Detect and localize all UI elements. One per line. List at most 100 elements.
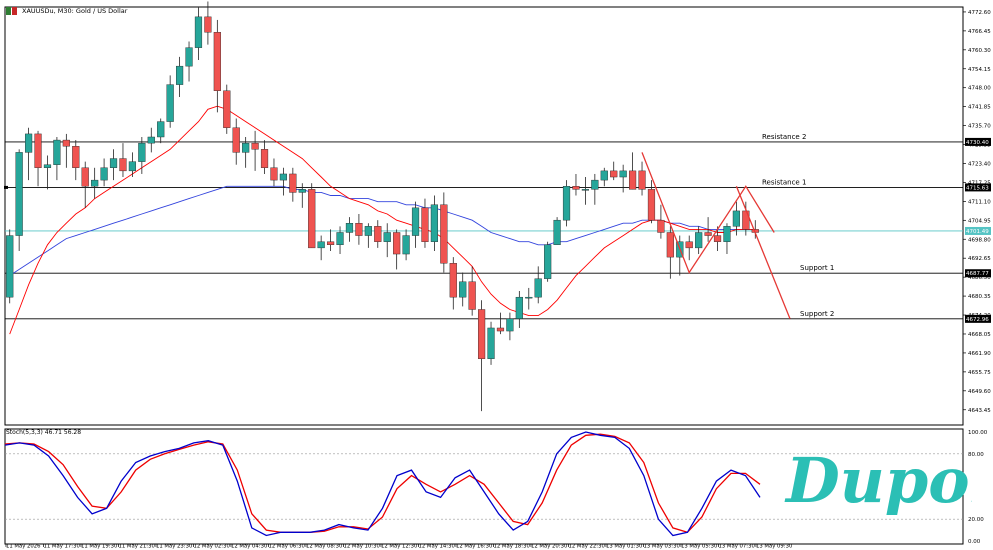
- candle-body: [62, 139, 70, 147]
- candle-body: [421, 207, 429, 242]
- current-price-label: 4701.49: [966, 229, 989, 235]
- level-label: Resistance 1: [762, 178, 806, 186]
- x-tick-label: 12 May 16:30: [456, 544, 493, 550]
- level-price-label: 4687.77: [966, 271, 989, 277]
- candle-body: [185, 47, 193, 67]
- candle-body: [487, 327, 495, 359]
- candle-body: [477, 309, 486, 359]
- x-tick-label: 12 May 14:30: [419, 544, 456, 550]
- candle-body: [685, 241, 693, 249]
- candle-body: [449, 263, 457, 298]
- candle-body: [72, 146, 80, 168]
- x-tick-label: 11 May 2026: [6, 544, 41, 550]
- y-tick-label: 4735.70: [968, 124, 991, 130]
- candle-body: [91, 179, 99, 187]
- candle-body: [506, 318, 514, 332]
- candle-body: [553, 219, 561, 246]
- candle-body: [157, 121, 165, 138]
- candle-body: [166, 84, 174, 122]
- x-tick-label: 12 May 06:30: [269, 544, 306, 550]
- level-label: Resistance 2: [762, 133, 806, 141]
- level-price-label: 4730.40: [966, 140, 989, 146]
- x-tick-label: 11 May 23:30: [156, 544, 193, 550]
- y-tick-label: 4772.60: [968, 10, 991, 16]
- projection-line: [735, 186, 791, 319]
- candle-body: [308, 189, 316, 249]
- candle-body: [194, 16, 203, 48]
- left-axis-marker: [4, 185, 8, 189]
- y-tick-label: 4760.30: [968, 48, 991, 54]
- stochastic-main-line: [4, 431, 761, 537]
- x-tick-label: 12 May 04:30: [231, 544, 268, 550]
- candle-body: [581, 189, 590, 191]
- y-tick-label: 4704.95: [968, 218, 991, 224]
- y-tick-label: 4692.65: [968, 256, 991, 262]
- candle-body: [704, 232, 712, 236]
- candle-body: [345, 223, 354, 233]
- x-tick-label: 11 May 17:30: [44, 544, 81, 550]
- candle-body: [713, 235, 722, 242]
- candle-body: [411, 207, 420, 236]
- y-tick-label: 4661.90: [968, 351, 991, 357]
- x-tick-label: 12 May 02:30: [194, 544, 231, 550]
- x-tick-label: 11 May 19:30: [81, 544, 118, 550]
- candle-body: [15, 152, 23, 236]
- candle-body: [534, 278, 542, 298]
- x-tick-label: 12 May 20:30: [531, 544, 568, 550]
- price-panel-frame: [4, 6, 964, 426]
- candle-body: [24, 133, 33, 153]
- x-tick-label: 12 May 10:30: [344, 544, 381, 550]
- candle-body: [260, 149, 269, 168]
- candle-body: [591, 179, 599, 190]
- x-tick-label: 13 May 03:30: [644, 544, 681, 550]
- candle-body: [440, 204, 448, 264]
- y-tick-label: 4698.80: [968, 237, 991, 243]
- candle-body: [572, 186, 580, 190]
- y-tick-label: 4748.00: [968, 86, 991, 92]
- candle-body: [544, 244, 552, 279]
- candle-body: [147, 136, 155, 144]
- candle-body: [600, 170, 608, 181]
- candle-body: [175, 65, 184, 85]
- y-tick-label: 4741.85: [968, 105, 991, 111]
- x-tick-label: 11 May 21:30: [119, 544, 156, 550]
- brand-wordmark: Dupoin: [784, 444, 972, 517]
- x-tick-label: 13 May 05:30: [681, 544, 718, 550]
- y-tick-label: 4766.45: [968, 29, 991, 35]
- candle-body: [119, 158, 127, 172]
- y-tick-label: 4754.15: [968, 67, 991, 73]
- level-label: Support 1: [800, 264, 834, 272]
- candle-body: [628, 170, 637, 190]
- candle-body: [657, 219, 665, 233]
- candle-body: [34, 133, 42, 168]
- dupoin-logo: Dupoin: [784, 444, 972, 517]
- chart-type-icon: [6, 7, 18, 15]
- x-tick-label: 13 May 07:30: [719, 544, 756, 550]
- candle-body: [695, 232, 703, 249]
- candle-body: [562, 186, 571, 221]
- stochastic-title: Stoch(5,3,3) 46.71 56.28: [6, 429, 82, 436]
- candle-body: [723, 226, 731, 242]
- candle-body: [430, 204, 439, 242]
- candle-body: [204, 16, 212, 33]
- candle-body: [213, 32, 221, 91]
- candle-body: [355, 223, 363, 236]
- candle-body: [619, 170, 627, 178]
- candle-body: [496, 327, 505, 332]
- candle-body: [383, 232, 391, 242]
- candle-body: [232, 127, 240, 153]
- candle-body: [336, 232, 344, 246]
- y-tick-label: 4668.05: [968, 332, 991, 338]
- candle-body: [326, 241, 335, 246]
- candle-body: [317, 241, 325, 249]
- candle-body: [610, 170, 618, 178]
- candle-body: [374, 226, 382, 242]
- y-tick-label: 4680.35: [968, 294, 991, 300]
- candle-body: [666, 232, 674, 258]
- level-price-label: 4672.96: [966, 317, 989, 323]
- chart-header: XAUUSDu, M30: Gold / US Dollar: [6, 5, 127, 17]
- x-tick-label: 12 May 22:30: [569, 544, 606, 550]
- candle-body: [100, 167, 108, 181]
- candle-body: [515, 296, 523, 319]
- x-tick-label: 12 May 08:30: [306, 544, 343, 550]
